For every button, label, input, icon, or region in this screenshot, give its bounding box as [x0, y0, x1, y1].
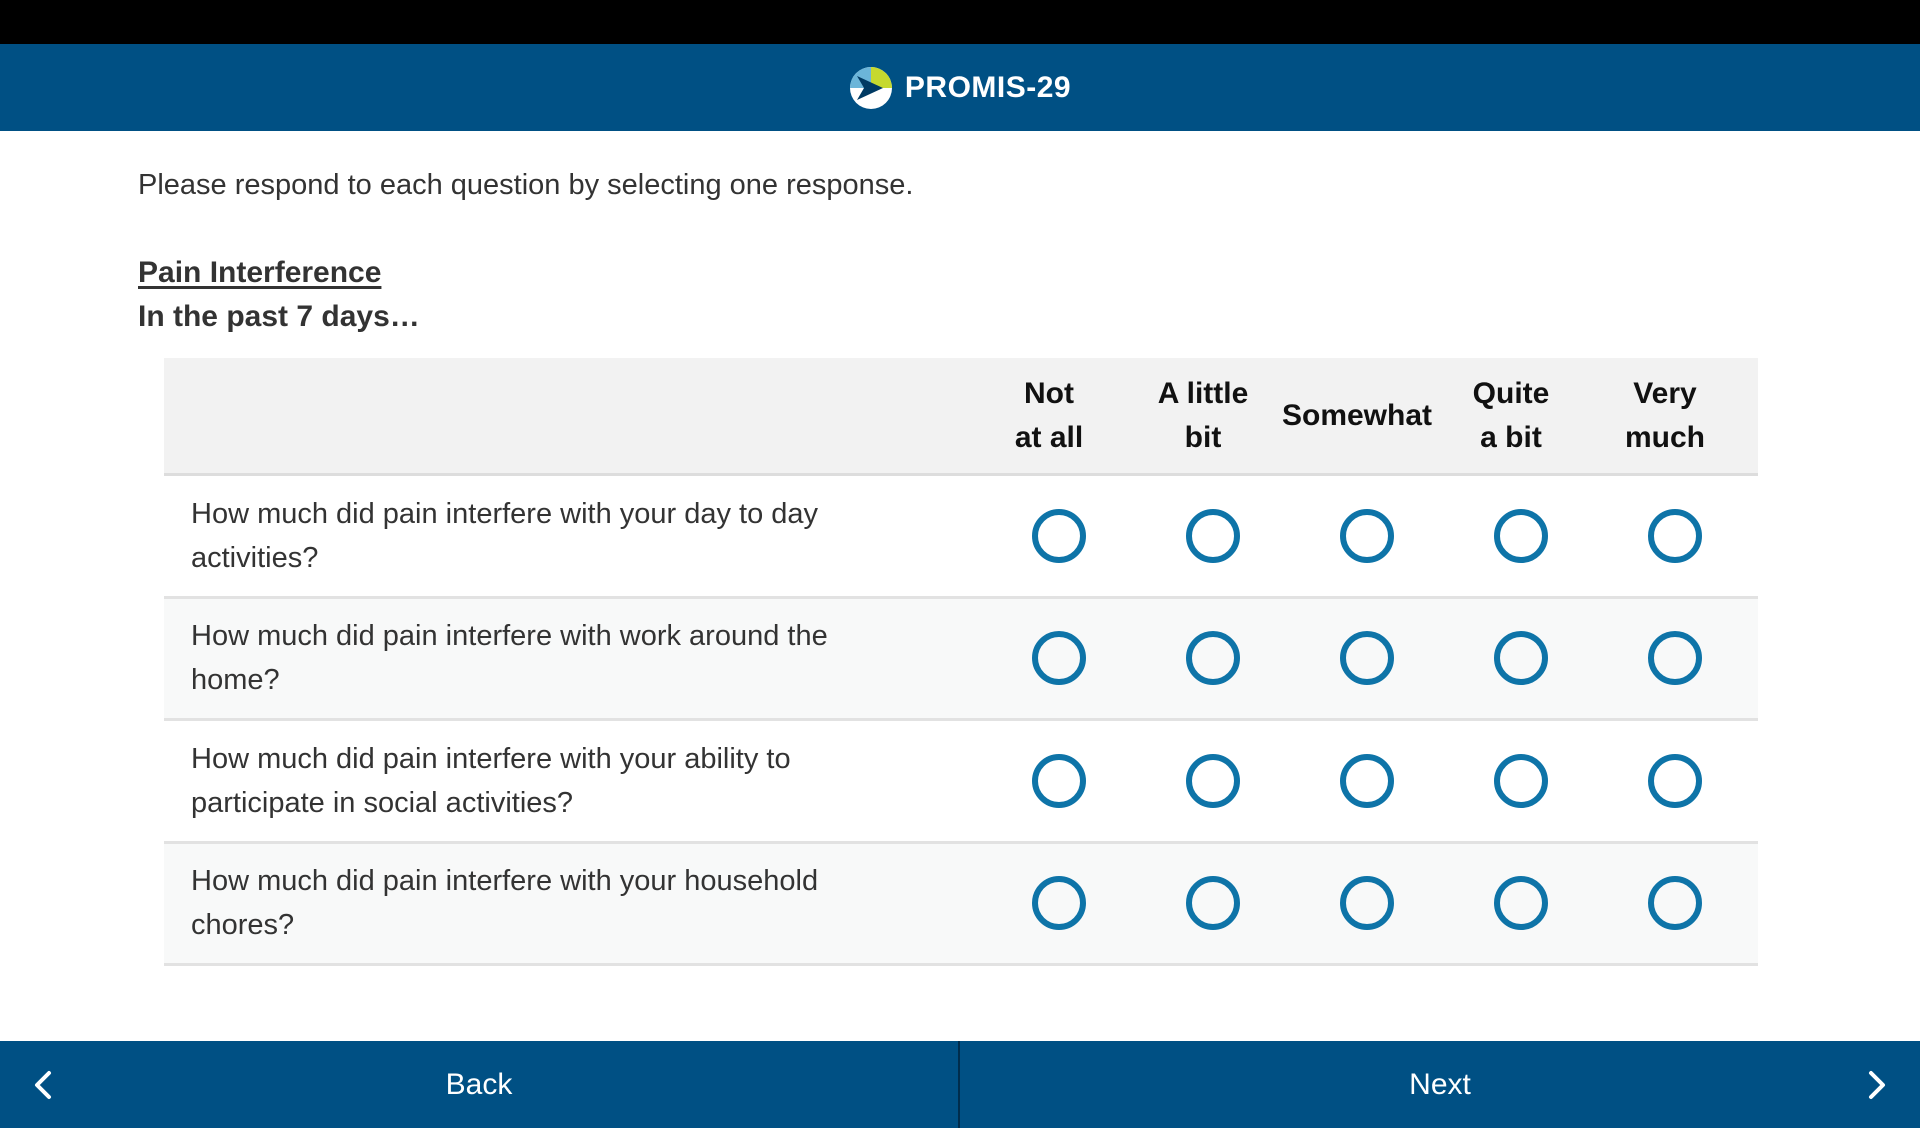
radio-a-little-bit[interactable] — [1186, 508, 1240, 563]
radio-not-at-all[interactable] — [1032, 753, 1086, 808]
question-row-2: How much did pain interfere with work ar… — [164, 598, 1758, 721]
option-label: Not at all — [1014, 376, 1084, 454]
question-row-3: How much did pain interfere with your ab… — [164, 721, 1758, 844]
footer-nav: Back Next — [0, 1041, 1920, 1128]
radio-somewhat[interactable] — [1340, 631, 1394, 686]
timeframe-text: In the past 7 days… — [138, 300, 420, 333]
radio-very-much[interactable] — [1648, 508, 1702, 563]
table-header: Not at all A little bit Somewhat Quite a… — [164, 358, 1758, 476]
radio-a-little-bit[interactable] — [1186, 876, 1240, 931]
header-spacer — [164, 358, 972, 473]
question-text: How much did pain interfere with your da… — [191, 497, 819, 574]
next-button-label: Next — [1409, 1067, 1471, 1101]
app-title: PROMIS-29 — [904, 70, 1072, 104]
question-row-4: How much did pain interfere with your ho… — [164, 843, 1758, 966]
option-header-a-little-bit: A little bit — [1126, 358, 1280, 473]
question-text: How much did pain interfere with your ho… — [191, 865, 819, 942]
radio-somewhat[interactable] — [1340, 876, 1394, 931]
radio-quite-a-bit[interactable] — [1494, 631, 1548, 686]
radio-quite-a-bit[interactable] — [1494, 753, 1548, 808]
option-header-somewhat: Somewhat — [1280, 358, 1434, 473]
next-button[interactable]: Next — [960, 1041, 1920, 1128]
option-label: Very much — [1624, 376, 1705, 454]
radio-a-little-bit[interactable] — [1186, 631, 1240, 686]
question-table: Not at all A little bit Somewhat Quite a… — [164, 358, 1758, 966]
back-button[interactable]: Back — [0, 1041, 960, 1128]
radio-quite-a-bit[interactable] — [1494, 508, 1548, 563]
radio-quite-a-bit[interactable] — [1494, 876, 1548, 931]
radio-not-at-all[interactable] — [1032, 876, 1086, 931]
question-text: How much did pain interfere with your ab… — [191, 742, 791, 819]
promis-logo-icon — [849, 66, 892, 109]
radio-very-much[interactable] — [1648, 631, 1702, 686]
survey-content: Please respond to each question by selec… — [0, 131, 1920, 1041]
radio-very-much[interactable] — [1648, 753, 1702, 808]
radio-a-little-bit[interactable] — [1186, 753, 1240, 808]
chevron-left-icon — [35, 1071, 51, 1099]
radio-somewhat[interactable] — [1340, 753, 1394, 808]
radio-not-at-all[interactable] — [1032, 508, 1086, 563]
option-label: Quite a bit — [1472, 376, 1550, 454]
section-title: Pain Interference — [138, 256, 382, 289]
radio-not-at-all[interactable] — [1032, 631, 1086, 686]
option-header-not-at-all: Not at all — [972, 358, 1126, 473]
question-row-1: How much did pain interfere with your da… — [164, 476, 1758, 599]
instructions-text: Please respond to each question by selec… — [138, 169, 914, 201]
status-bar — [0, 0, 1920, 44]
question-text: How much did pain interfere with work ar… — [191, 620, 828, 697]
option-label: A little bit — [1157, 376, 1249, 454]
option-header-quite-a-bit: Quite a bit — [1434, 358, 1588, 473]
chevron-right-icon — [1869, 1071, 1885, 1099]
radio-very-much[interactable] — [1648, 876, 1702, 931]
app-header: PROMIS-29 — [0, 44, 1920, 131]
radio-somewhat[interactable] — [1340, 508, 1394, 563]
back-button-label: Back — [445, 1067, 513, 1101]
option-header-very-much: Very much — [1588, 358, 1742, 473]
option-label: Somewhat — [1281, 398, 1433, 432]
